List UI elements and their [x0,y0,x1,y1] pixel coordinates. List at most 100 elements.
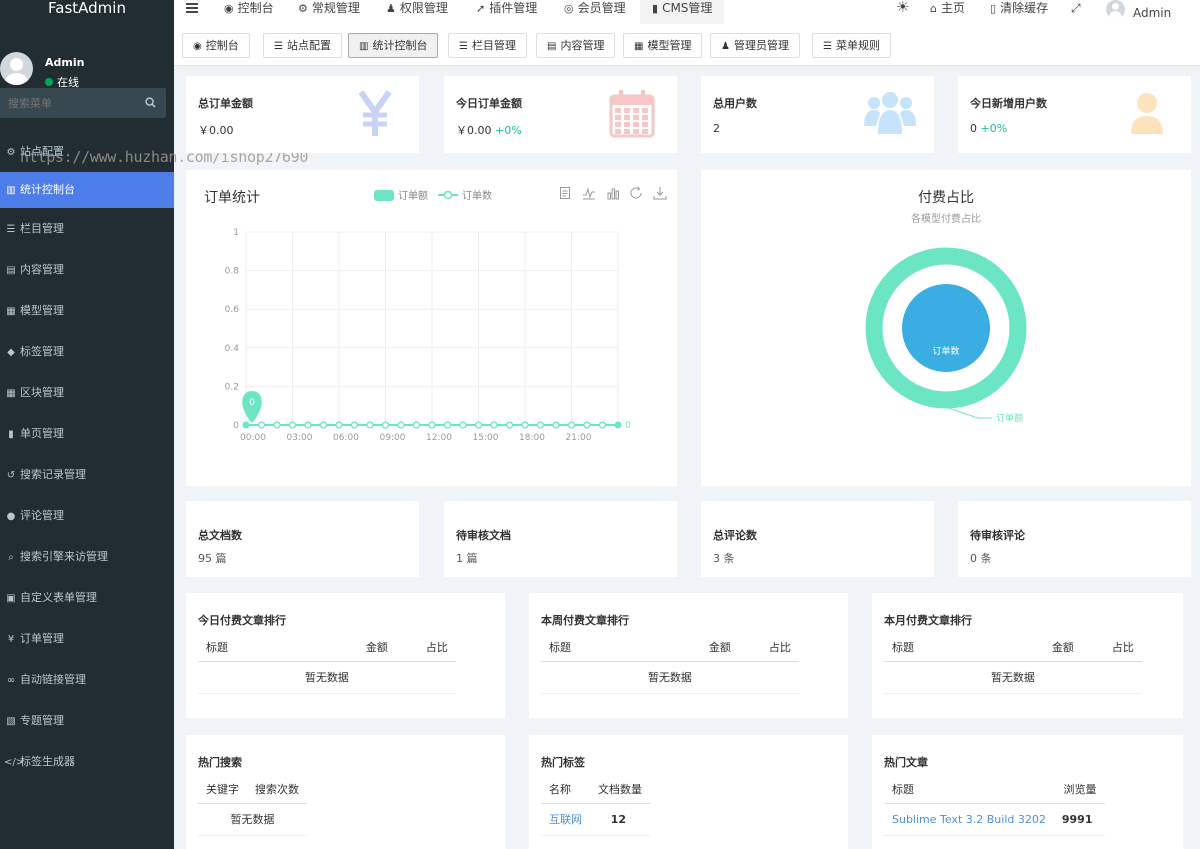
sidebar-item[interactable]: ☰ 栏目管理 [0,208,174,249]
column-header: 标题 [198,633,358,662]
article-link[interactable]: Sublime Text 3.2 Build 3202 [892,813,1046,826]
cny-icon: ¥ [7,634,15,645]
search-icon[interactable] [145,97,156,108]
sidebar-item[interactable]: ¥ 订单管理 [0,618,174,659]
empty-state: 暂无数据 [884,661,1142,694]
data-point[interactable] [273,421,281,429]
data-point[interactable] [366,421,374,429]
data-point[interactable] [304,421,312,429]
sidebar-item[interactable]: ◆ 标签管理 [0,331,174,372]
list-icon: ☰ [459,41,468,52]
sidebar-item[interactable]: ▮ 单页管理 [0,413,174,454]
sub-tab[interactable]: ◉ 控制台 [182,33,250,58]
column-header: 占比 [738,633,799,662]
user-icon: ♟ [721,41,730,52]
top-nav-item[interactable]: ▮ CMS管理 [640,0,725,24]
sidebar-search-input[interactable] [0,88,140,118]
rank-table-title: 本周付费文章排行 [541,614,629,627]
top-nav-item[interactable]: ◎ 会员管理 [564,0,626,24]
th-icon: ▦ [634,41,644,52]
sidebar-item[interactable]: </>标签生成器 [0,741,174,782]
column-header: 文档数量 [590,775,650,804]
sidebar-item[interactable]: ↺ 搜索记录管理 [0,454,174,495]
stat-percent: +0% [980,122,1008,135]
data-point[interactable] [614,421,622,429]
top-nav-item[interactable]: ⚙ 常规管理 [298,0,360,24]
data-point[interactable] [257,421,266,429]
stat-value: 2 [713,122,720,135]
search-icon: ⌕ [8,552,14,563]
sidebar-item[interactable]: ▣ 自定义表单管理 [0,577,174,618]
clear-cache-button[interactable]: ▯ 清除缓存 [990,0,1048,24]
data-point[interactable] [288,421,297,429]
sidebar-item[interactable]: ▧ 专题管理 [0,700,174,741]
sub-tab-label: 内容管理 [560,39,605,52]
sub-tab-label: 统计控制台 [372,39,428,52]
sub-tab-label: 菜单规则 [835,39,880,52]
data-point[interactable] [335,421,343,429]
sidebar-item[interactable]: ▦ 区块管理 [0,372,174,413]
sidebar-item[interactable]: ⌕ 搜索引擎来访管理 [0,536,174,577]
sub-tab[interactable]: ☰ 菜单规则 [812,33,891,58]
top-nav-item[interactable]: ♟ 权限管理 [386,0,448,24]
data-point[interactable] [490,421,498,429]
home-link[interactable]: ⌂ 主页 [930,0,965,24]
pie-ring-inner[interactable] [902,284,990,372]
data-point[interactable] [319,421,328,429]
sub-tab[interactable]: ♟ 管理员管理 [710,33,800,58]
data-point[interactable] [474,421,483,429]
data-point[interactable] [381,421,390,429]
sidebar-item[interactable]: ▥ 统计控制台 [0,172,174,208]
sidebar-item[interactable]: ▤ 内容管理 [0,249,174,290]
sub-tab[interactable]: ▤ 内容管理 [536,33,616,58]
sidebar-item-label: 模型管理 [20,304,64,317]
app-logo[interactable]: FastAdmin [0,0,174,17]
theme-toggle-icon[interactable]: ☀ [896,0,909,23]
data-point[interactable] [459,421,467,429]
hot-search-title: 热门搜索 [198,756,242,769]
data-point[interactable] [598,421,607,429]
sidebar-item[interactable]: ● 评论管理 [0,495,174,536]
cogs-icon: ⚙ [6,147,16,158]
top-nav-label: 权限管理 [399,1,448,15]
sidebar-item-label: 标签生成器 [20,755,75,768]
hot-search-card: 热门搜索 关键字 搜索次数 暂无数据 [186,735,505,849]
calendar-icon [609,90,655,138]
data-point[interactable] [521,421,529,429]
sidebar-item[interactable]: ∞ 自动链接管理 [0,659,174,700]
doc-stat-card: 待审核文档 1 篇 [444,501,677,577]
data-point[interactable] [536,421,545,429]
fullscreen-icon[interactable]: ⤢ [1071,0,1081,24]
sub-tab[interactable]: ☰ 栏目管理 [448,33,527,58]
sidebar-item[interactable]: ▦ 模型管理 [0,290,174,331]
top-nav-label: 插件管理 [489,1,538,15]
data-point[interactable] [428,421,436,429]
rank-table-title: 本月付费文章排行 [884,614,972,627]
data-point[interactable] [412,421,421,429]
admin-menu[interactable]: Admin [1106,0,1171,24]
data-point[interactable] [397,421,405,429]
sub-tab[interactable]: ▦ 模型管理 [623,33,703,58]
data-point[interactable] [242,421,250,429]
pie-outer-label: 订单额 [996,412,1023,424]
sub-tab[interactable]: ▥ 统计控制台 [348,33,439,58]
top-nav-item[interactable]: ➚ 插件管理 [476,0,537,24]
menu-toggle-icon[interactable] [186,3,198,13]
rocket-icon: ➚ [476,2,486,15]
sidebar-item-label: 标签管理 [20,345,64,358]
sub-tab[interactable]: ☰ 站点配置 [263,33,342,58]
data-point[interactable] [567,421,576,429]
top-nav-item[interactable]: ◉ 控制台 [224,0,274,24]
sidebar-menu: ⚙ 站点配置 ▥ 统计控制台 ☰ 栏目管理 ▤ 内容管理 ▦ 模型管理 ◆ 标签管理 ▦ 区块管理 ▮ 单页管… [0,131,174,782]
data-point[interactable] [350,421,359,429]
trash-icon: ▯ [990,2,997,15]
tag-link[interactable]: 互联网 [549,813,582,826]
data-point[interactable] [443,421,452,429]
sidebar-item-label: 内容管理 [20,263,64,276]
sub-tabs: ◉ 控制台 ☰ 站点配置 ▥ 统计控制台 ☰ 栏目管理 ▤ 内容管理 ▦ 模型管理 ♟ 管理员管理 ☰ 菜单规… [174,24,1200,66]
data-point[interactable] [583,421,591,429]
data-point[interactable] [505,421,514,429]
doc-stat-title: 待审核评论 [970,529,1025,542]
rank-table-card: 本周付费文章排行 标题 金额 占比 暂无数据 [529,593,848,718]
data-point[interactable] [552,421,560,429]
